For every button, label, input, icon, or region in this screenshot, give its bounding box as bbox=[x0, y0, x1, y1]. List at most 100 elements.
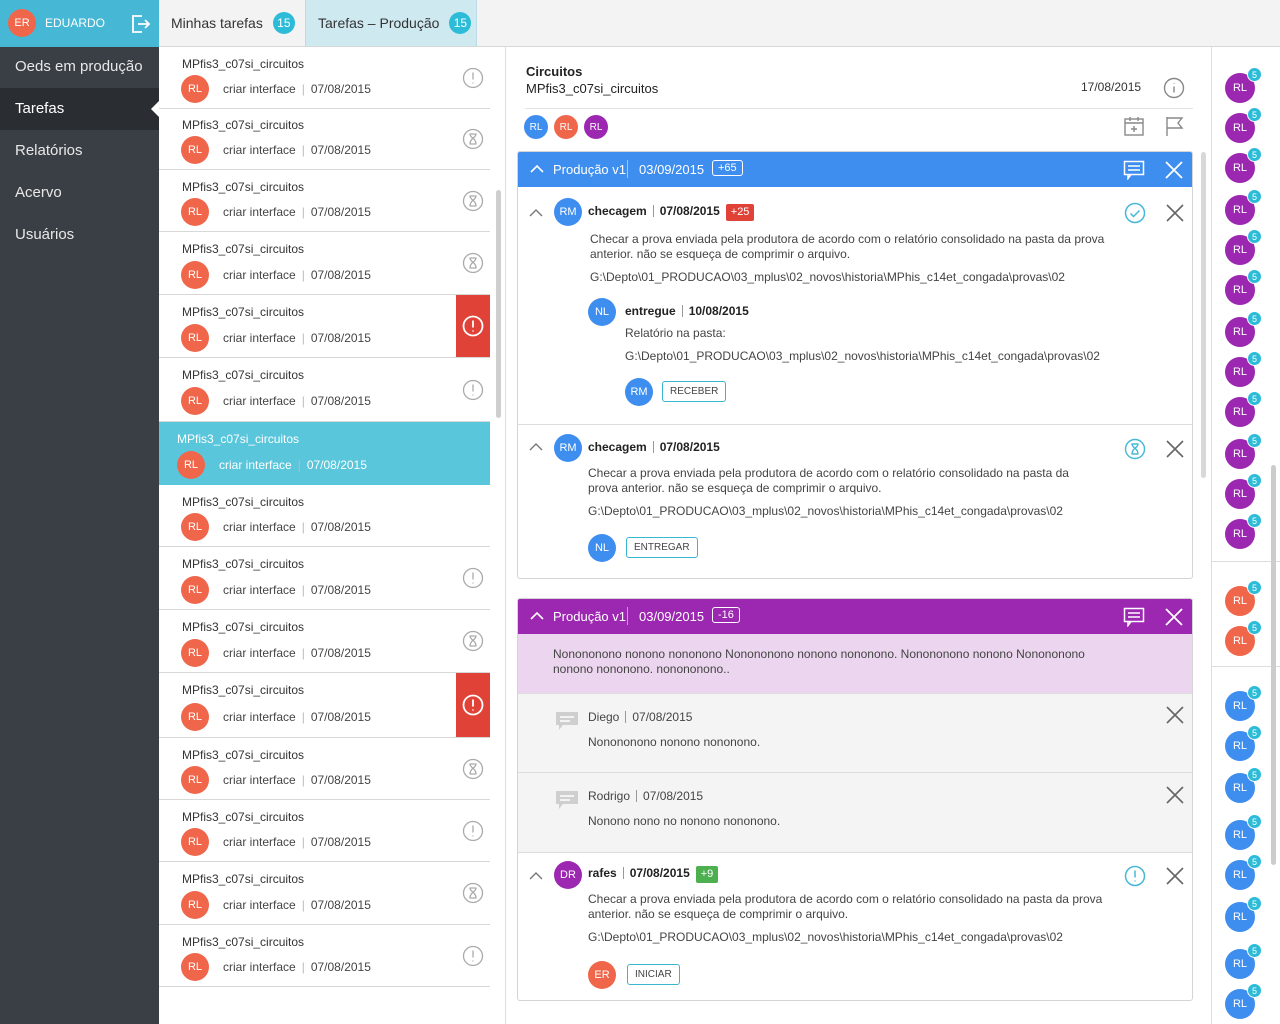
rail-member[interactable]: RL 5 bbox=[1225, 189, 1262, 225]
task-row[interactable]: MPfis3_c07si_circuitos RL criar interface |… bbox=[159, 232, 490, 295]
close-icon[interactable] bbox=[1162, 200, 1188, 226]
rail-member[interactable]: RL 5 bbox=[1225, 725, 1262, 761]
item-avatar[interactable]: RM bbox=[554, 198, 582, 226]
task-avatar[interactable]: RL bbox=[181, 576, 209, 604]
close-icon[interactable] bbox=[1162, 436, 1188, 462]
hourglass-icon[interactable] bbox=[456, 738, 490, 799]
task-avatar[interactable]: RL bbox=[181, 75, 209, 103]
task-avatar[interactable]: RL bbox=[181, 828, 209, 856]
rail-member[interactable]: RL 5 bbox=[1225, 311, 1262, 347]
actor-avatar[interactable]: NL bbox=[588, 534, 616, 562]
task-avatar[interactable]: RL bbox=[181, 953, 209, 981]
rail-member[interactable]: RL 5 bbox=[1225, 767, 1262, 803]
task-avatar[interactable]: RL bbox=[181, 261, 209, 289]
close-icon[interactable] bbox=[1162, 158, 1186, 182]
alert-icon[interactable] bbox=[456, 673, 490, 737]
receber-button[interactable]: RECEBER bbox=[662, 381, 727, 402]
comment-icon[interactable] bbox=[1122, 605, 1146, 629]
hourglass-icon[interactable] bbox=[456, 610, 490, 672]
chevron-up-icon[interactable] bbox=[527, 438, 545, 456]
hourglass-icon[interactable] bbox=[456, 108, 490, 169]
hourglass-icon[interactable] bbox=[1122, 436, 1148, 462]
user-avatar[interactable]: ER bbox=[8, 9, 36, 37]
warning-icon[interactable] bbox=[456, 547, 490, 609]
warning-icon[interactable] bbox=[456, 358, 490, 421]
task-avatar[interactable]: RL bbox=[181, 136, 209, 164]
entregar-button[interactable]: ENTREGAR bbox=[626, 537, 698, 558]
rail-member[interactable]: RL 5 bbox=[1225, 391, 1262, 427]
task-avatar[interactable]: RL bbox=[177, 451, 205, 479]
warning-icon[interactable] bbox=[456, 800, 490, 861]
rail-member[interactable]: RL 5 bbox=[1225, 685, 1262, 721]
task-row[interactable]: MPfis3_c07si_circuitos RL criar interface |… bbox=[159, 422, 490, 485]
chevron-up-icon[interactable] bbox=[527, 204, 545, 222]
warning-icon[interactable] bbox=[456, 925, 490, 986]
detail-scrollbar[interactable] bbox=[1201, 152, 1206, 478]
hourglass-icon[interactable] bbox=[456, 232, 490, 294]
rail-member[interactable]: RL 5 bbox=[1225, 896, 1262, 932]
calendar-add-icon[interactable] bbox=[1121, 113, 1147, 139]
alert-icon[interactable] bbox=[456, 295, 490, 357]
rail-member[interactable]: RL 5 bbox=[1225, 229, 1262, 265]
task-row[interactable]: MPfis3_c07si_circuitos RL criar interface |… bbox=[159, 862, 490, 925]
task-list-scrollbar[interactable] bbox=[496, 190, 501, 418]
task-avatar[interactable]: RL bbox=[181, 891, 209, 919]
item-avatar[interactable]: DR bbox=[554, 861, 582, 889]
task-row[interactable]: MPfis3_c07si_circuitos RL criar interface |… bbox=[159, 108, 490, 170]
task-avatar[interactable]: RL bbox=[181, 703, 209, 731]
rail-member[interactable]: RL 5 bbox=[1225, 269, 1262, 305]
actor-avatar[interactable]: RM bbox=[625, 378, 653, 406]
iniciar-button[interactable]: INICIAR bbox=[627, 964, 680, 985]
warning-icon[interactable] bbox=[456, 47, 490, 108]
task-avatar[interactable]: RL bbox=[181, 324, 209, 352]
task-avatar[interactable]: RL bbox=[181, 513, 209, 541]
hourglass-icon[interactable] bbox=[456, 170, 490, 231]
sidebar-item-relatorios[interactable]: Relatórios bbox=[0, 130, 159, 172]
member-avatar[interactable]: RL bbox=[584, 115, 608, 139]
info-icon[interactable] bbox=[1162, 76, 1186, 100]
task-avatar[interactable]: RL bbox=[181, 766, 209, 794]
rail-scrollbar[interactable] bbox=[1271, 465, 1276, 865]
check-circle-icon[interactable] bbox=[1122, 200, 1148, 226]
task-row[interactable]: MPfis3_c07si_circuitos RL criar interface |… bbox=[159, 295, 490, 358]
rail-member[interactable]: RL 5 bbox=[1225, 814, 1262, 850]
task-avatar[interactable]: RL bbox=[181, 639, 209, 667]
chevron-up-icon[interactable] bbox=[528, 607, 546, 625]
tab-minhas-tarefas[interactable]: Minhas tarefas 15 bbox=[159, 0, 305, 46]
task-row[interactable]: MPfis3_c07si_circuitos RL criar interface |… bbox=[159, 485, 490, 547]
task-row[interactable]: MPfis3_c07si_circuitos RL criar interface |… bbox=[159, 673, 490, 738]
sidebar-item-acervo[interactable]: Acervo bbox=[0, 172, 159, 214]
warning-icon[interactable] bbox=[1122, 863, 1148, 889]
rail-member[interactable]: RL 5 bbox=[1225, 67, 1262, 103]
task-row[interactable]: MPfis3_c07si_circuitos RL criar interface |… bbox=[159, 170, 490, 232]
rail-member[interactable]: RL 5 bbox=[1225, 513, 1262, 549]
close-icon[interactable] bbox=[1162, 782, 1188, 808]
reply-avatar[interactable]: NL bbox=[588, 298, 616, 326]
member-avatar[interactable]: RL bbox=[554, 115, 578, 139]
sidebar-item-tarefas[interactable]: Tarefas bbox=[0, 88, 159, 130]
task-row[interactable]: MPfis3_c07si_circuitos RL criar interface |… bbox=[159, 925, 490, 987]
chevron-up-icon[interactable] bbox=[528, 160, 546, 178]
close-icon[interactable] bbox=[1162, 605, 1186, 629]
task-avatar[interactable]: RL bbox=[181, 198, 209, 226]
rail-member[interactable]: RL 5 bbox=[1225, 147, 1262, 183]
chevron-up-icon[interactable] bbox=[527, 867, 545, 885]
task-row[interactable]: MPfis3_c07si_circuitos RL criar interface |… bbox=[159, 738, 490, 800]
tab-tarefas-producao[interactable]: Tarefas – Produção 15 bbox=[305, 0, 477, 46]
rail-member[interactable]: RL 5 bbox=[1225, 107, 1262, 143]
item-avatar[interactable]: RM bbox=[554, 434, 582, 462]
task-row[interactable]: MPfis3_c07si_circuitos RL criar interface |… bbox=[159, 47, 490, 109]
task-row[interactable]: MPfis3_c07si_circuitos RL criar interface |… bbox=[159, 800, 490, 862]
rail-member[interactable]: RL 5 bbox=[1225, 433, 1262, 469]
actor-avatar[interactable]: ER bbox=[588, 961, 616, 989]
hourglass-icon[interactable] bbox=[456, 862, 490, 924]
close-icon[interactable] bbox=[1162, 863, 1188, 889]
task-row[interactable]: MPfis3_c07si_circuitos RL criar interface |… bbox=[159, 358, 490, 422]
member-avatar[interactable]: RL bbox=[524, 115, 548, 139]
comment-icon[interactable] bbox=[1122, 158, 1146, 182]
sidebar-item-oeds[interactable]: Oeds em produção bbox=[0, 46, 159, 88]
sidebar-item-usuarios[interactable]: Usuários bbox=[0, 214, 159, 256]
rail-member[interactable]: RL 5 bbox=[1225, 620, 1262, 656]
task-row[interactable]: MPfis3_c07si_circuitos RL criar interface |… bbox=[159, 547, 490, 610]
logout-icon[interactable] bbox=[128, 12, 152, 36]
